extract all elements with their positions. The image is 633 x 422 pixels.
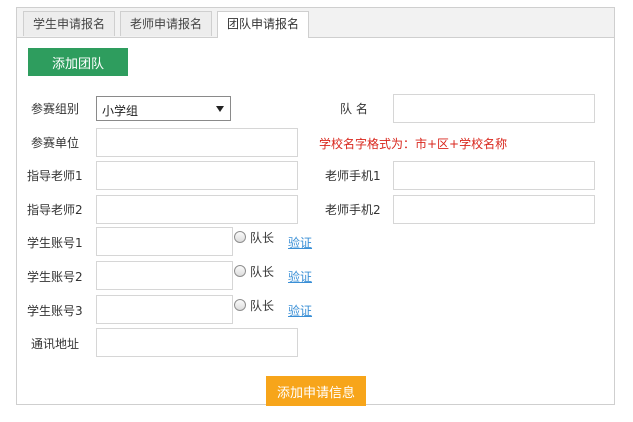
student3-input[interactable] [96, 295, 233, 324]
teacher2-input[interactable] [96, 195, 298, 224]
student1-input[interactable] [96, 227, 233, 256]
student1-label: 学生账号1 [27, 236, 83, 250]
teacher-phone2-label: 老师手机2 [325, 203, 381, 217]
captain1-label: 队长 [250, 231, 275, 245]
tab-student-application[interactable]: 学生申请报名 [23, 11, 116, 36]
group-label: 参赛组别 [31, 102, 80, 116]
teacher2-label: 指导老师2 [27, 203, 83, 217]
captain3-label: 队长 [250, 299, 275, 313]
tab-team-application[interactable]: 团队申请报名 [217, 11, 310, 38]
teacher-phone2-input[interactable] [393, 195, 595, 224]
team-name-input[interactable] [393, 94, 595, 123]
captain3-radio[interactable] [234, 299, 246, 311]
teacher-phone1-label: 老师手机1 [325, 169, 381, 183]
verify3-link[interactable]: 验证 [288, 302, 312, 319]
captain2-radio[interactable] [234, 265, 246, 277]
teacher1-input[interactable] [96, 161, 298, 190]
tab-teacher-application[interactable]: 老师申请报名 [120, 11, 213, 36]
team-name-label: 队 名 [340, 102, 368, 116]
team-application-panel: 学生申请报名 老师申请报名 团队申请报名 添加团队 参赛组别 小学组 队 名 参… [16, 7, 615, 406]
add-team-button[interactable]: 添加团队 [28, 48, 128, 76]
group-select[interactable]: 小学组 [96, 96, 231, 121]
address-input[interactable] [96, 328, 298, 357]
unit-format-hint: 学校名字格式为：市+区+学校名称 [319, 137, 508, 151]
dropdown-arrow-icon [216, 106, 224, 112]
teacher1-label: 指导老师1 [27, 169, 83, 183]
group-select-value: 小学组 [102, 104, 139, 118]
teacher-phone1-input[interactable] [393, 161, 595, 190]
student3-label: 学生账号3 [27, 304, 83, 318]
address-label: 通讯地址 [31, 337, 80, 351]
verify1-link[interactable]: 验证 [288, 234, 312, 251]
captain2-label: 队长 [250, 265, 275, 279]
student2-label: 学生账号2 [27, 270, 83, 284]
unit-input[interactable] [96, 128, 298, 157]
submit-application-button[interactable]: 添加申请信息 [266, 376, 366, 406]
verify2-link[interactable]: 验证 [288, 268, 312, 285]
student2-input[interactable] [96, 261, 233, 290]
captain1-radio[interactable] [234, 231, 246, 243]
unit-label: 参赛单位 [31, 136, 80, 150]
tab-bar: 学生申请报名 老师申请报名 团队申请报名 [17, 8, 614, 38]
